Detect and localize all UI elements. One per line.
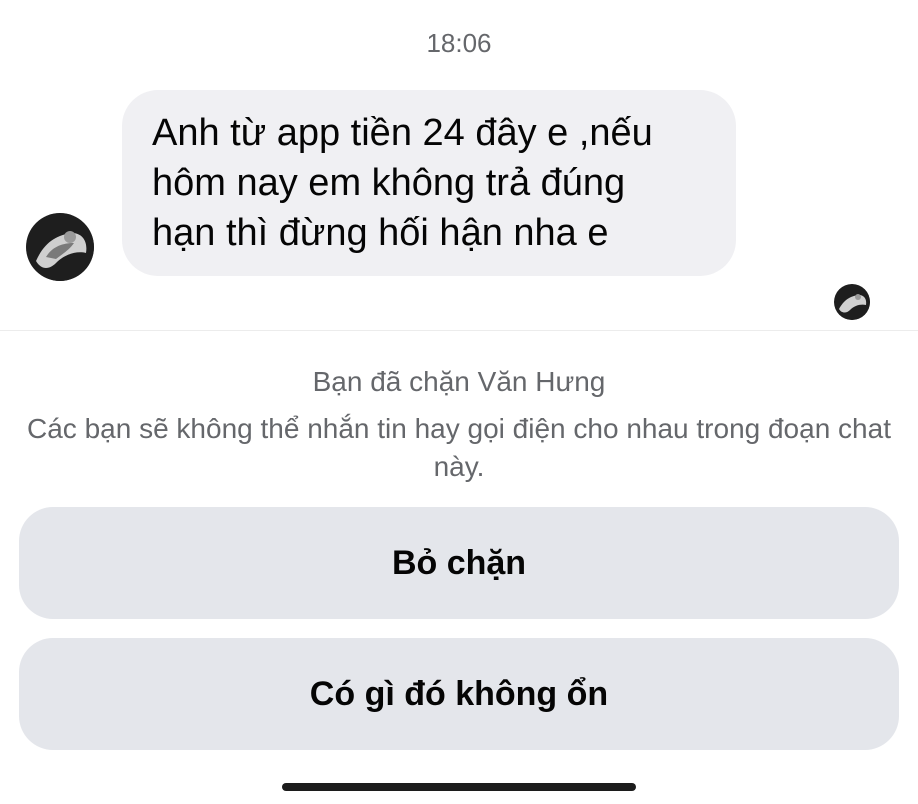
message-timestamp: 18:06 (426, 28, 492, 58)
message-bubble[interactable]: Anh từ app tiền 24 đây e ,nếu hôm nay em… (122, 90, 736, 276)
profile-photo-icon (26, 213, 94, 281)
report-problem-button[interactable]: Có gì đó không ổn (19, 638, 899, 750)
blocked-title: Bạn đã chặn Văn Hưng (312, 366, 606, 397)
profile-photo-icon (834, 284, 870, 320)
home-indicator[interactable] (282, 783, 636, 791)
unblock-button[interactable]: Bỏ chặn (19, 507, 899, 619)
seen-indicator-avatar (834, 284, 870, 320)
message-text: Anh từ app tiền 24 đây e ,nếu hôm nay em… (152, 112, 653, 254)
sender-avatar[interactable] (26, 213, 94, 281)
divider (0, 330, 918, 331)
blocked-description: Các bạn sẽ không thể nhắn tin hay gọi đi… (27, 413, 891, 482)
